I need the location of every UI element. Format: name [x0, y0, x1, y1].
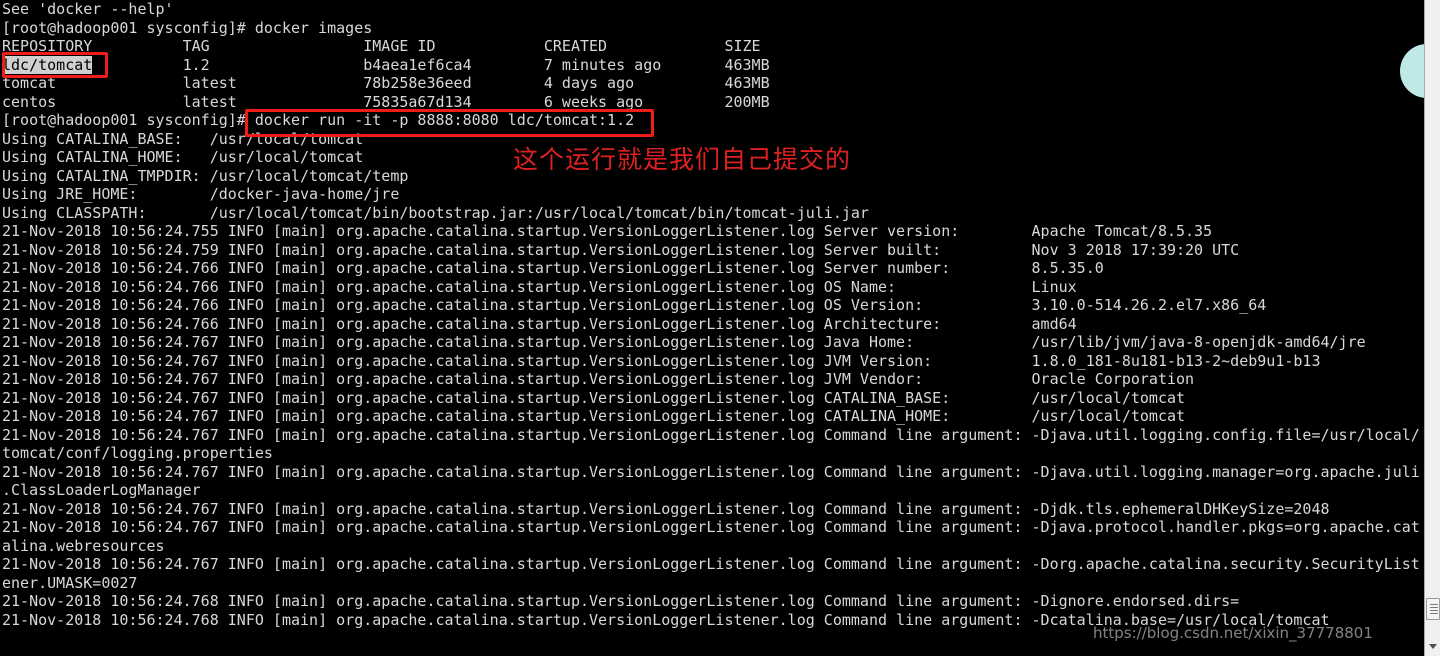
terminal-line-text: 21-Nov-2018 10:56:24.767 INFO [main] org… — [2, 370, 1195, 388]
scrollbar-track[interactable] — [1425, 0, 1440, 656]
terminal-line-text: 21-Nov-2018 10:56:24.767 INFO [main] org… — [2, 499, 1330, 518]
scrollbar-grip-icon — [1430, 604, 1438, 614]
terminal-line-log-arg-catalina-base: 21-Nov-2018 10:56:24.768 INFO [main] org… — [0, 611, 1424, 630]
terminal-line-log-arg-logging-config-wrap: tomcat/conf/logging.properties — [0, 444, 1424, 463]
terminal-line-text: 1.2 b4aea1ef6ca4 7 minutes ago 463MB — [92, 55, 770, 74]
terminal-line-text: alina.webresources — [2, 536, 165, 555]
terminal-line-log-server-number: 21-Nov-2018 10:56:24.766 INFO [main] org… — [0, 259, 1424, 278]
terminal-line-log-arg-protocol-handler: 21-Nov-2018 10:56:24.767 INFO [main] org… — [0, 518, 1424, 537]
terminal-line-log-catalina-base: 21-Nov-2018 10:56:24.767 INFO [main] org… — [0, 389, 1424, 408]
terminal-line-text: 21-Nov-2018 10:56:24.767 INFO [main] org… — [2, 518, 1420, 536]
terminal-line-log-arg-security-listener-wrap: ener.UMASK=0027 — [0, 574, 1424, 593]
terminal-line-text: 21-Nov-2018 10:56:24.767 INFO [main] org… — [2, 425, 1420, 444]
terminal-line-text: ener.UMASK=0027 — [2, 573, 138, 592]
terminal-line-text: 21-Nov-2018 10:56:24.759 INFO [main] org… — [2, 240, 1240, 259]
terminal-line-log-arg-logging-config: 21-Nov-2018 10:56:24.767 INFO [main] org… — [0, 426, 1424, 445]
terminal-line-text: 21-Nov-2018 10:56:24.767 INFO [main] org… — [2, 333, 1366, 351]
terminal-line-log-os-version: 21-Nov-2018 10:56:24.766 INFO [main] org… — [0, 296, 1424, 315]
terminal-line-text: 21-Nov-2018 10:56:24.767 INFO [main] org… — [2, 407, 1186, 425]
terminal-line-text: 21-Nov-2018 10:56:24.766 INFO [main] org… — [2, 277, 1077, 296]
terminal-line-text: tomcat latest 78b258e36eed 4 days ago 46… — [2, 74, 770, 92]
terminal-line-text: [root@hadoop001 sysconfig]# docker run -… — [2, 111, 635, 129]
scrollbar-down-button[interactable] — [1425, 638, 1440, 656]
terminal-line-log-arg-protocol-handler-wrap: alina.webresources — [0, 537, 1424, 556]
terminal-line-cmd-docker-images: [root@hadoop001 sysconfig]# docker image… — [0, 19, 1424, 38]
terminal-line-image-row-2: tomcat latest 78b258e36eed 4 days ago 46… — [0, 74, 1424, 93]
terminal-line-log-arg-security-listener: 21-Nov-2018 10:56:24.767 INFO [main] org… — [0, 555, 1424, 574]
terminal-line-text: Using CLASSPATH: /usr/local/tomcat/bin/b… — [2, 203, 869, 222]
terminal-line-text: 21-Nov-2018 10:56:24.767 INFO [main] org… — [2, 462, 1420, 481]
scrollbar-thumb[interactable] — [1426, 598, 1440, 620]
terminal-line-log-java-home: 21-Nov-2018 10:56:24.767 INFO [main] org… — [0, 333, 1424, 352]
terminal-line-text: Using CATALINA_TMPDIR: /usr/local/tomcat… — [2, 166, 409, 185]
terminal-line-image-row-3: centos latest 75835a67d134 6 weeks ago 2… — [0, 93, 1424, 112]
terminal-line-text: centos latest 75835a67d134 6 weeks ago 2… — [2, 92, 770, 111]
terminal-line-log-arg-logging-manager-wrap: .ClassLoaderLogManager — [0, 481, 1424, 500]
terminal-output-area[interactable]: See 'docker --help' [root@hadoop001 sysco… — [0, 0, 1424, 656]
terminal-line-text: tomcat/conf/logging.properties — [2, 444, 273, 462]
terminal-line-text: See 'docker --help' — [2, 0, 174, 18]
terminal-line-help-hint: See 'docker --help' — [0, 0, 1424, 19]
annotation-chinese-note: 这个运行就是我们自己提交的 — [513, 145, 852, 174]
terminal-line-log-arg-ignore-endorsed: 21-Nov-2018 10:56:24.768 INFO [main] org… — [0, 592, 1424, 611]
terminal-line-log-server-built: 21-Nov-2018 10:56:24.759 INFO [main] org… — [0, 241, 1424, 260]
terminal-line-text: Using CATALINA_BASE: /usr/local/tomcat — [2, 129, 364, 148]
terminal-line-log-jvm-vendor: 21-Nov-2018 10:56:24.767 INFO [main] org… — [0, 370, 1424, 389]
terminal-line-log-arg-dhkeysize: 21-Nov-2018 10:56:24.767 INFO [main] org… — [0, 500, 1424, 519]
terminal-line-log-os-name: 21-Nov-2018 10:56:24.766 INFO [main] org… — [0, 278, 1424, 297]
terminal-line-images-header: REPOSITORY TAG IMAGE ID CREATED SIZE — [0, 37, 1424, 56]
terminal-line-text: 21-Nov-2018 10:56:24.766 INFO [main] org… — [2, 259, 1104, 277]
terminal-line-text: 21-Nov-2018 10:56:24.766 INFO [main] org… — [2, 314, 1077, 333]
terminal-screenshot: See 'docker --help' [root@hadoop001 sysco… — [0, 0, 1440, 656]
terminal-line-text: 21-Nov-2018 10:56:24.768 INFO [main] org… — [2, 610, 1330, 629]
terminal-line-text: 21-Nov-2018 10:56:24.766 INFO [main] org… — [2, 296, 1267, 314]
terminal-line-log-catalina-home: 21-Nov-2018 10:56:24.767 INFO [main] org… — [0, 407, 1424, 426]
terminal-line-text: Using CATALINA_HOME: /usr/local/tomcat — [2, 148, 364, 166]
terminal-line-log-architecture: 21-Nov-2018 10:56:24.766 INFO [main] org… — [0, 315, 1424, 334]
terminal-line-cmd-docker-run: [root@hadoop001 sysconfig]# docker run -… — [0, 111, 1424, 130]
selected-token-image-name: ldc/tomcat — [2, 55, 93, 74]
terminal-line-jre-home: Using JRE_HOME: /docker-java-home/jre — [0, 185, 1424, 204]
terminal-line-text: 21-Nov-2018 10:56:24.767 INFO [main] org… — [2, 555, 1420, 573]
terminal-line-text: [root@hadoop001 sysconfig]# docker image… — [2, 18, 373, 37]
terminal-line-image-row-1: ldc/tomcat 1.2 b4aea1ef6ca4 7 minutes ag… — [0, 55, 1424, 75]
terminal-line-log-jvm-version: 21-Nov-2018 10:56:24.767 INFO [main] org… — [0, 352, 1424, 371]
terminal-line-classpath: Using CLASSPATH: /usr/local/tomcat/bin/b… — [0, 204, 1424, 223]
terminal-line-text: REPOSITORY TAG IMAGE ID CREATED SIZE — [2, 37, 761, 55]
terminal-line-log-arg-logging-manager: 21-Nov-2018 10:56:24.767 INFO [main] org… — [0, 463, 1424, 482]
terminal-line-text: 21-Nov-2018 10:56:24.755 INFO [main] org… — [2, 222, 1213, 240]
terminal-line-log-server-version: 21-Nov-2018 10:56:24.755 INFO [main] org… — [0, 222, 1424, 241]
terminal-line-text: .ClassLoaderLogManager — [2, 481, 201, 499]
terminal-line-text: 21-Nov-2018 10:56:24.768 INFO [main] org… — [2, 592, 1240, 610]
terminal-line-text: 21-Nov-2018 10:56:24.767 INFO [main] org… — [2, 351, 1321, 370]
vertical-scrollbar[interactable] — [1424, 0, 1440, 656]
chevron-down-icon — [1429, 644, 1437, 649]
terminal-line-text: 21-Nov-2018 10:56:24.767 INFO [main] org… — [2, 388, 1186, 407]
terminal-line-text: Using JRE_HOME: /docker-java-home/jre — [2, 185, 400, 203]
